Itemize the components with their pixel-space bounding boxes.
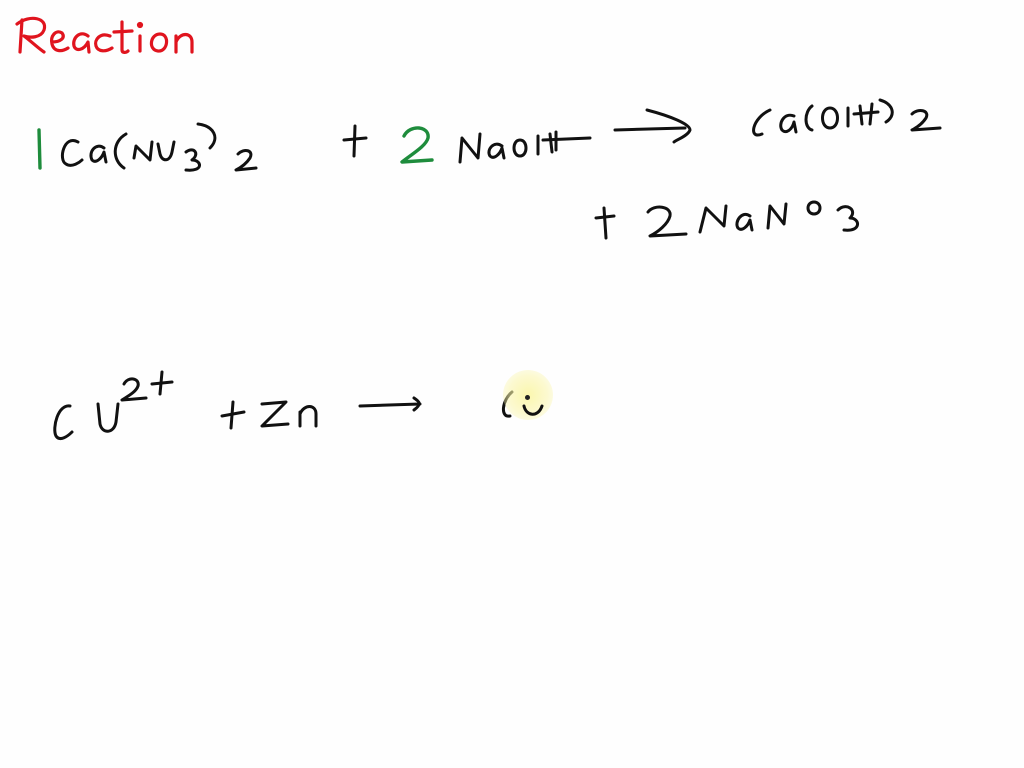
cursor-ink-layer — [522, 404, 544, 416]
whiteboard-canvas[interactable]: Reaction 1 Ca(NO3)2 + 2 NaOH → Ca(OH)2 +… — [0, 0, 1024, 768]
formula-cu-partial-u — [522, 404, 544, 416]
pen-cursor-dot-icon — [525, 395, 530, 400]
